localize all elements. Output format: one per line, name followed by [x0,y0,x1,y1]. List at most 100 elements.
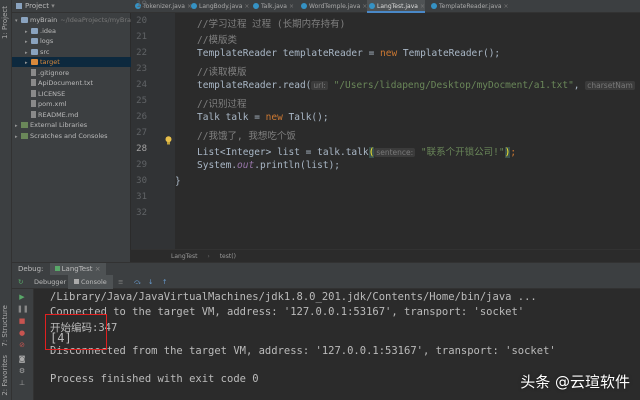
pause-icon[interactable]: ❚❚ [17,305,29,313]
editor-tab-bar: Tokenizer.java × LangBody.java × Talk.java… [131,0,640,13]
code-text: TemplateReader templateReader = [197,48,381,59]
tab-talk[interactable]: Talk.java × [251,0,297,13]
console-line: Disconnected from the target VM, address… [50,345,556,357]
java-class-icon [191,3,197,9]
code-text: .println(list); [254,160,341,171]
debug-label: Debug: [18,265,44,273]
tree-item-label: README.md [38,110,79,119]
rerun-icon[interactable]: ↻ [18,275,23,289]
pin-icon[interactable]: ⊥ [17,379,27,387]
code-line-27: //我饿了, 我想吃个饭 [197,131,296,142]
code-text: List<Integer> list = talk.talk [197,147,369,158]
close-icon[interactable]: × [244,3,249,10]
tab-console[interactable]: Console [68,275,113,289]
stop-icon[interactable]: ■ [17,317,27,325]
breakpoints-icon[interactable]: ● [17,329,27,337]
favorites-tool-tab[interactable]: 2: Favorites [1,355,9,396]
debug-subtabs: ↻ Debugger Console ≡ ⤼ ↓ ↑ [12,275,640,289]
console-icon [74,279,79,284]
code-line-20: //学习过程 过程 (长期内存持有) [197,19,346,30]
folder-excluded-icon [31,59,38,65]
library-icon [21,122,28,128]
left-tool-strip: 1: Project 7: Structure 2: Favorites [0,0,12,400]
tree-item[interactable]: LICENSE [12,89,65,99]
project-panel: Project ▾ ▾ myBrain ~/IdeaProjects/myBrain… [12,0,144,262]
tab-debugger[interactable]: Debugger [34,275,66,289]
step-into-icon[interactable]: ↓ [148,275,153,289]
breadcrumb-class[interactable]: LangTest [171,253,197,260]
tree-item[interactable]: .gitignore [12,68,69,78]
tab-langbody[interactable]: LangBody.java × [189,0,249,13]
tab-label: Talk.java [261,3,287,10]
line-number: 29 [136,160,147,170]
close-icon[interactable]: × [504,3,509,10]
folder-icon [31,38,38,44]
debug-tool-header: Debug: LangTest × [12,262,640,276]
tree-item[interactable]: ▸ logs [12,36,53,46]
string-literal: "联系个开锁公司!" [420,147,505,158]
debug-config-label: LangTest [61,265,93,273]
tree-item[interactable]: ▸ src [12,47,50,57]
param-hint-sentence: sentence: [374,148,416,157]
file-icon [31,110,36,118]
tab-wordtemple[interactable]: WordTemple.java × [299,0,367,13]
code-line-28: List<Integer> list = talk.talk(sentence:… [197,144,516,158]
java-class-icon [253,3,259,9]
run-config-icon [54,266,60,271]
tab-label: Console [81,278,107,286]
tab-label: LangTest.java [377,3,418,10]
tree-item-label: src [40,47,50,56]
structure-tool-tab[interactable]: 7: Structure [1,305,9,347]
tree-item[interactable]: ▸ Scratches and Consoles [12,131,108,141]
tab-templatereader[interactable]: TemplateReader.java × [429,0,511,13]
settings-icon[interactable]: ⚙ [17,367,27,375]
param-hint-url: url: [311,81,328,90]
line-number: 19 [136,0,147,10]
lightbulb-icon[interactable] [165,130,172,145]
line-number: 27 [136,128,147,138]
tree-item[interactable]: ▸ .idea [12,26,56,36]
tree-item[interactable]: pom.xml [12,99,67,109]
project-panel-header[interactable]: Project ▾ [12,0,131,13]
menu-icon[interactable]: ≡ [118,275,123,289]
line-number: 22 [136,48,147,58]
mute-breakpoints-icon[interactable]: ⊘ [17,341,27,349]
close-icon[interactable]: × [289,3,294,10]
tree-item-label: logs [40,37,54,45]
folder-icon [31,27,38,34]
tab-label: LangBody.java [199,3,243,10]
java-class-icon [369,3,375,9]
code-editor[interactable]: //学习过程 过程 (长期内存持有) //模版类 TemplateReader … [175,13,640,249]
line-number: 31 [136,192,147,202]
chevron-down-icon[interactable]: ▾ [51,2,55,10]
param-hint-charset: charsetNam [585,81,635,90]
step-out-icon[interactable]: ↑ [162,275,167,289]
code-text: TemplateReader(); [397,48,501,59]
scratch-icon [21,132,28,139]
keyword-new: new [265,112,283,123]
string-literal: "/Users/lidapeng/Desktop/myDocment/a1.tx… [333,80,574,91]
tree-item-label: Scratches and Consoles [30,131,108,140]
tree-item[interactable]: ▸ target [12,57,144,67]
code-line-23: //读取模版 [197,67,247,78]
step-over-icon[interactable]: ⤼ [134,275,141,289]
folder-icon [31,48,38,55]
line-number: 28 [136,144,147,154]
line-number: 21 [136,32,147,42]
camera-icon[interactable]: ◙ [17,355,27,363]
tree-item[interactable]: ▸ External Libraries [12,120,87,130]
code-line-21: //模版类 [197,35,237,46]
tree-item[interactable]: ApiDocument.txt [12,78,93,88]
console-line: Process finished with exit code 0 [50,373,259,385]
resume-icon[interactable]: ▶ [17,293,27,301]
tree-item[interactable]: README.md [12,110,78,120]
file-icon [31,68,36,76]
tab-langtest[interactable]: LangTest.java × [367,0,425,13]
code-line-29: System.out.println(list); [197,160,340,171]
tab-label: TemplateReader.java [439,3,502,10]
close-icon[interactable]: × [95,265,101,273]
breadcrumb-method[interactable]: test() [220,253,236,260]
tree-item[interactable]: ▾ myBrain ~/IdeaProjects/myBrain [12,15,137,25]
project-tool-tab[interactable]: 1: Project [1,6,9,39]
close-icon[interactable]: × [420,3,425,10]
